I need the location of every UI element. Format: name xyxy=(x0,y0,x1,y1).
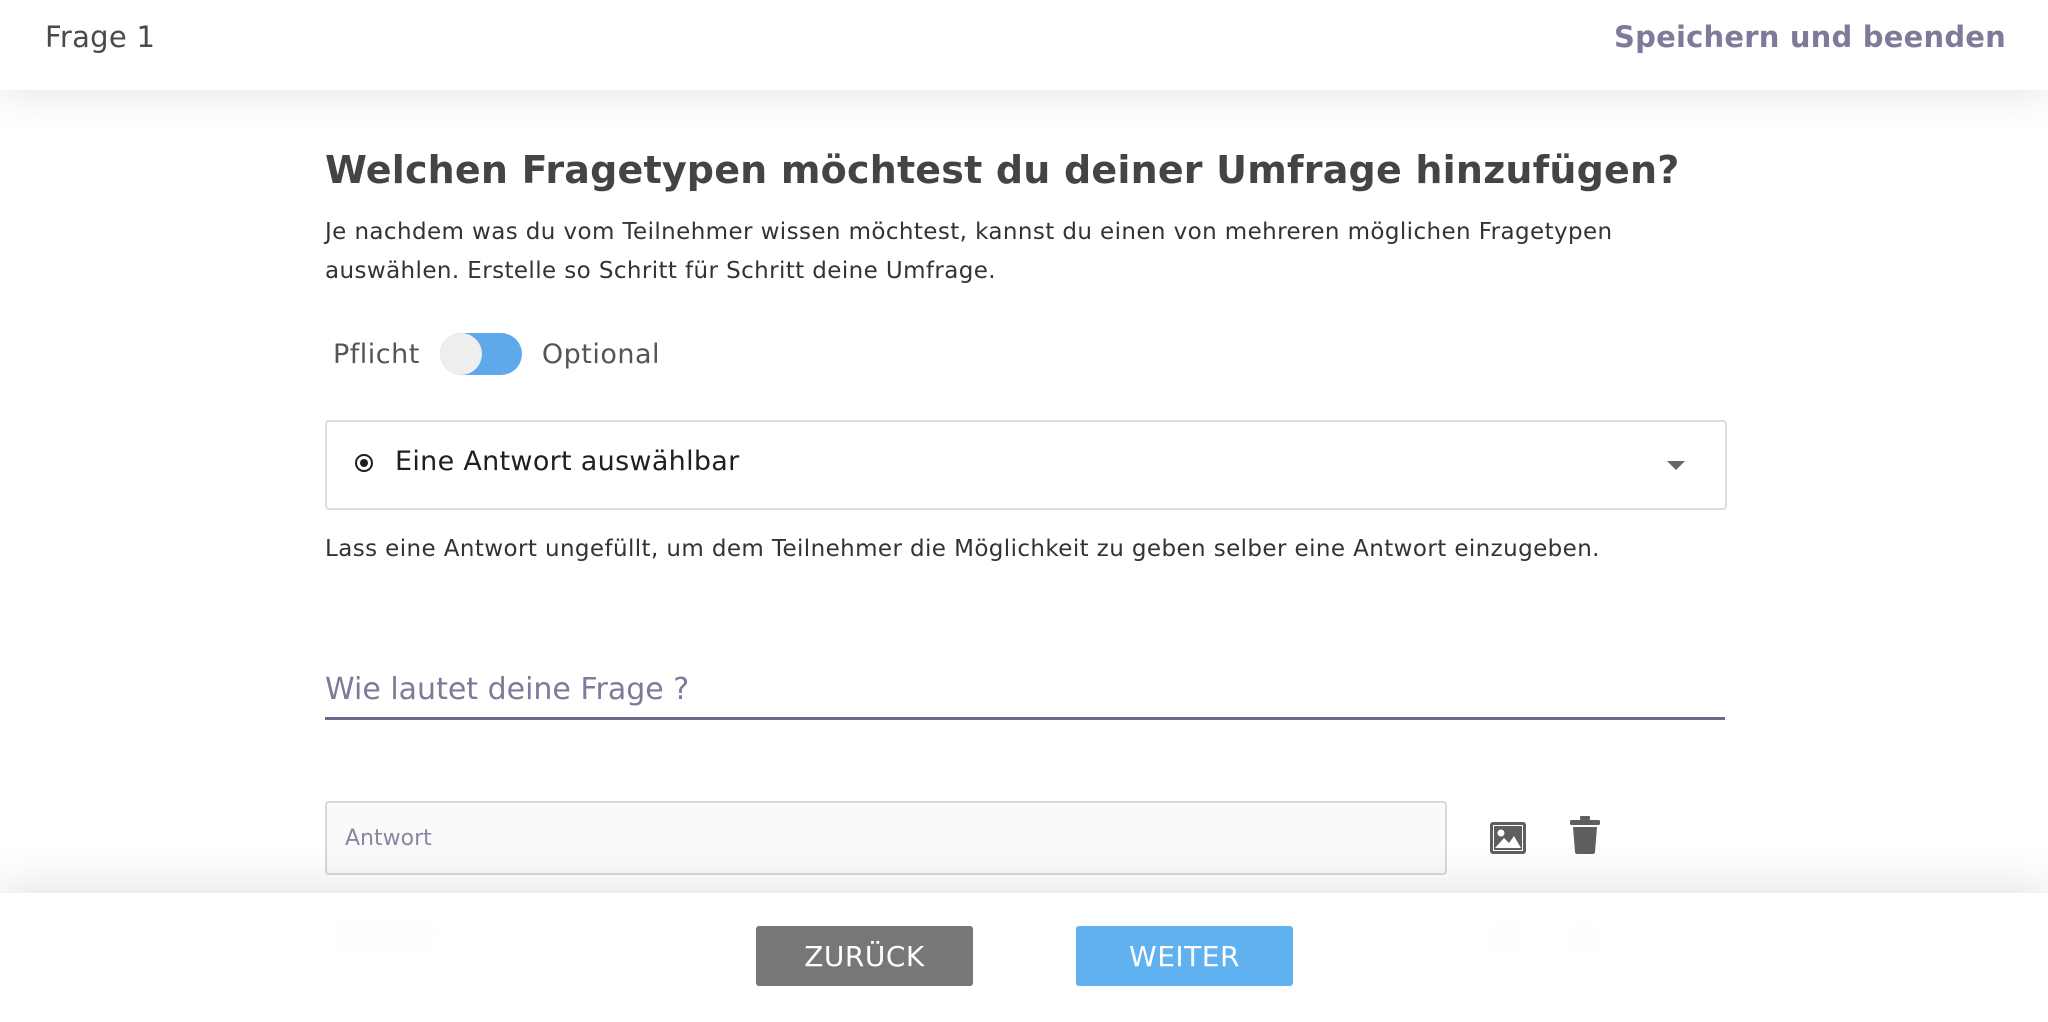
required-optional-toggle[interactable] xyxy=(439,333,522,375)
toggle-label-optional: Optional xyxy=(541,338,661,370)
answer-hint-text: Lass eine Antwort ungefüllt, um dem Teil… xyxy=(325,536,1600,562)
save-and-exit-link[interactable]: Speichern und beenden xyxy=(1614,20,2006,54)
image-icon[interactable] xyxy=(1490,822,1526,854)
bottom-navigation-bar: ZURÜCK WEITER xyxy=(0,893,2048,1022)
next-button[interactable]: WEITER xyxy=(1076,926,1293,986)
question-type-select[interactable]: Eine Antwort auswählbar xyxy=(325,420,1727,510)
top-header: Frage 1 Speichern und beenden xyxy=(0,0,2048,90)
page: Frage 1 Speichern und beenden Welchen Fr… xyxy=(0,0,2048,1022)
page-description: Je nachdem was du vom Teilnehmer wissen … xyxy=(325,219,1613,284)
question-number-label: Frage 1 xyxy=(45,20,156,54)
answer-input[interactable] xyxy=(325,801,1447,875)
required-toggle-row: Pflicht Optional xyxy=(333,330,660,378)
question-type-selected-value: Eine Antwort auswählbar xyxy=(395,446,740,477)
radio-button-checked-icon xyxy=(355,454,373,472)
back-button[interactable]: ZURÜCK xyxy=(756,926,973,986)
question-input[interactable] xyxy=(325,662,1725,720)
page-title: Welchen Fragetypen möchtest du deiner Um… xyxy=(325,148,1680,192)
toggle-knob xyxy=(439,333,482,375)
trash-icon[interactable] xyxy=(1570,816,1600,854)
chevron-down-icon xyxy=(1667,461,1685,470)
toggle-label-required: Pflicht xyxy=(333,338,420,370)
